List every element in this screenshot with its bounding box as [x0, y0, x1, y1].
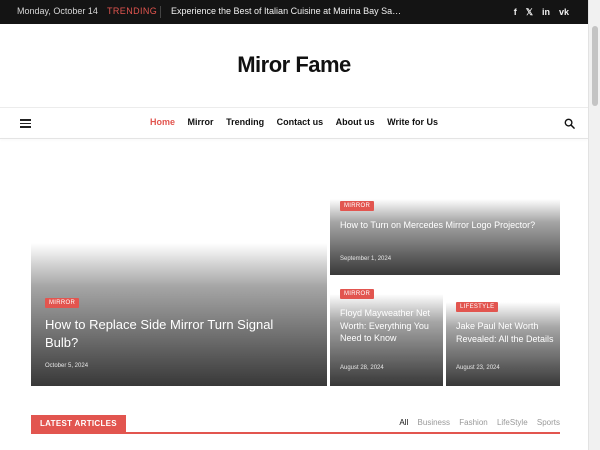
card-date: August 23, 2024	[456, 365, 500, 371]
linkedin-icon[interactable]: in	[542, 5, 550, 19]
social-links: f 𝕏 in vk	[514, 5, 569, 19]
scrollbar-thumb[interactable]	[592, 26, 598, 106]
top-bar: Monday, October 14 TRENDING Experience t…	[0, 0, 600, 24]
feature-card-bottom-right[interactable]: LIFESTYLE Jake Paul Net Worth Revealed: …	[446, 278, 560, 386]
filter-business[interactable]: Business	[418, 418, 450, 427]
nav-item-about-us[interactable]: About us	[336, 117, 375, 127]
card-title[interactable]: How to Turn on Mercedes Mirror Logo Proj…	[340, 219, 540, 232]
page-scrollbar[interactable]	[588, 0, 600, 450]
nav-item-write-for-us[interactable]: Write for Us	[387, 117, 438, 127]
main-nav: Home Mirror Trending Contact us About us…	[0, 117, 588, 127]
filter-sports[interactable]: Sports	[537, 418, 560, 427]
category-badge[interactable]: MIRROR	[340, 289, 375, 299]
filter-fashion[interactable]: Fashion	[459, 418, 487, 427]
facebook-icon[interactable]: f	[514, 5, 517, 19]
site-logo[interactable]: Miror Fame	[0, 52, 588, 78]
feature-card-bottom-left[interactable]: MIRROR Floyd Mayweather Net Worth: Every…	[330, 278, 443, 386]
feature-card-top-right[interactable]: MIRROR How to Turn on Mercedes Mirror Lo…	[330, 159, 560, 275]
nav-item-contact-us[interactable]: Contact us	[277, 117, 324, 127]
trending-divider	[160, 6, 161, 18]
filter-all[interactable]: All	[399, 418, 408, 427]
category-badge[interactable]: MIRROR	[340, 201, 375, 211]
search-icon[interactable]	[564, 118, 575, 129]
nav-item-mirror[interactable]: Mirror	[188, 117, 214, 127]
x-icon[interactable]: 𝕏	[526, 5, 533, 19]
category-filters: All Business Fashion LifeStyle Sports	[392, 418, 560, 427]
card-title[interactable]: Jake Paul Net Worth Revealed: All the De…	[456, 320, 554, 345]
card-title[interactable]: How to Replace Side Mirror Turn Signal B…	[45, 316, 295, 352]
category-badge[interactable]: LIFESTYLE	[456, 302, 499, 312]
trending-headline-link[interactable]: Experience the Best of Italian Cuisine a…	[171, 6, 406, 16]
filter-lifestyle[interactable]: LifeStyle	[497, 418, 528, 427]
current-date: Monday, October 14	[17, 6, 98, 16]
category-badge[interactable]: MIRROR	[45, 298, 80, 308]
nav-item-trending[interactable]: Trending	[226, 117, 264, 127]
nav-divider-bottom	[0, 138, 588, 139]
card-date: September 1, 2024	[340, 256, 392, 262]
card-date: August 28, 2024	[340, 365, 384, 371]
nav-item-home[interactable]: Home	[150, 117, 175, 127]
card-title[interactable]: Floyd Mayweather Net Worth: Everything Y…	[340, 307, 436, 345]
trending-label: TRENDING	[107, 6, 158, 16]
nav-divider-top	[0, 107, 588, 108]
vk-icon[interactable]: vk	[559, 5, 569, 19]
latest-articles-underline	[31, 432, 560, 434]
card-date: October 5, 2024	[45, 363, 89, 369]
latest-articles-heading: LATEST ARTICLES	[31, 415, 126, 433]
feature-card-large[interactable]: MIRROR How to Replace Side Mirror Turn S…	[31, 159, 327, 386]
